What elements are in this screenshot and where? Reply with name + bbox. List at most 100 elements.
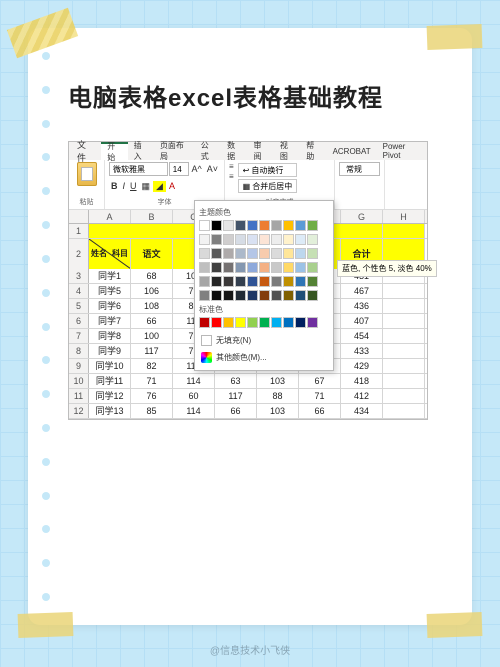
color-swatch[interactable] <box>307 262 318 273</box>
data-cell[interactable]: 85 <box>131 404 173 418</box>
color-swatch[interactable] <box>223 317 234 328</box>
number-format-dropdown[interactable]: 常规 <box>339 162 380 176</box>
decrease-font-icon[interactable]: A˅ <box>205 164 220 174</box>
color-swatch[interactable] <box>259 317 270 328</box>
color-swatch[interactable] <box>295 262 306 273</box>
data-cell[interactable]: 71 <box>131 374 173 388</box>
color-swatch[interactable] <box>307 317 318 328</box>
color-swatch[interactable] <box>283 220 294 231</box>
data-cell[interactable]: 100 <box>131 329 173 343</box>
row-header[interactable]: 7 <box>69 329 89 343</box>
data-cell[interactable]: 82 <box>131 359 173 373</box>
data-cell[interactable]: 88 <box>257 389 299 403</box>
color-swatch[interactable] <box>235 234 246 245</box>
data-cell[interactable]: 67 <box>299 374 341 388</box>
color-swatch[interactable] <box>307 290 318 301</box>
data-cell[interactable]: 467 <box>341 284 383 298</box>
data-cell[interactable]: 68 <box>131 269 173 283</box>
color-swatch[interactable] <box>283 262 294 273</box>
data-cell[interactable]: 66 <box>131 314 173 328</box>
color-swatch[interactable] <box>259 248 270 259</box>
color-swatch[interactable] <box>271 248 282 259</box>
select-all-corner[interactable] <box>69 210 89 223</box>
color-swatch[interactable] <box>283 234 294 245</box>
data-cell[interactable]: 418 <box>341 374 383 388</box>
tab-data[interactable]: 数据 <box>221 142 247 160</box>
color-swatch[interactable] <box>259 234 270 245</box>
row-header[interactable]: 4 <box>69 284 89 298</box>
font-size-dropdown[interactable]: 14 <box>169 162 189 176</box>
color-swatch[interactable] <box>235 262 246 273</box>
diagonal-header-cell[interactable]: 科目 姓名 <box>89 239 131 269</box>
tab-help[interactable]: 帮助 <box>300 142 326 160</box>
color-swatch[interactable] <box>223 220 234 231</box>
row-header[interactable]: 8 <box>69 344 89 358</box>
wrap-text-button[interactable]: ↩自动换行 <box>238 163 298 177</box>
row-header[interactable]: 1 <box>69 224 89 238</box>
color-swatch[interactable] <box>211 317 222 328</box>
row-header[interactable]: 9 <box>69 359 89 373</box>
border-icon[interactable]: ▦ <box>140 181 153 192</box>
no-fill-option[interactable]: 无填充(N) <box>199 332 329 349</box>
color-swatch[interactable] <box>295 290 306 301</box>
data-cell[interactable]: 433 <box>341 344 383 358</box>
data-cell[interactable]: 108 <box>131 299 173 313</box>
tab-view[interactable]: 视图 <box>274 142 300 160</box>
color-swatch[interactable] <box>223 248 234 259</box>
data-cell[interactable]: 454 <box>341 329 383 343</box>
color-swatch[interactable] <box>223 234 234 245</box>
col-H[interactable]: H <box>383 210 425 223</box>
row-header[interactable]: 12 <box>69 404 89 418</box>
align-top-icon[interactable]: ≡ <box>229 162 234 171</box>
data-cell[interactable]: 66 <box>215 404 257 418</box>
col-A[interactable]: A <box>89 210 131 223</box>
color-swatch[interactable] <box>271 234 282 245</box>
data-cell[interactable]: 407 <box>341 314 383 328</box>
name-cell[interactable]: 同学9 <box>89 344 131 358</box>
color-swatch[interactable] <box>235 248 246 259</box>
color-swatch[interactable] <box>295 276 306 287</box>
name-cell[interactable]: 同学13 <box>89 404 131 418</box>
color-swatch[interactable] <box>223 262 234 273</box>
color-swatch[interactable] <box>307 276 318 287</box>
data-cell[interactable]: 434 <box>341 404 383 418</box>
italic-icon[interactable]: I <box>121 181 128 191</box>
color-swatch[interactable] <box>283 290 294 301</box>
paste-icon[interactable] <box>77 162 97 186</box>
color-swatch[interactable] <box>271 290 282 301</box>
tab-insert[interactable]: 插入 <box>128 142 154 160</box>
color-swatch[interactable] <box>211 262 222 273</box>
color-swatch[interactable] <box>247 248 258 259</box>
tab-home[interactable]: 开始 <box>101 142 127 160</box>
color-swatch[interactable] <box>199 317 210 328</box>
data-cell[interactable]: 117 <box>215 389 257 403</box>
color-swatch[interactable] <box>295 248 306 259</box>
color-swatch[interactable] <box>283 248 294 259</box>
name-cell[interactable]: 同学10 <box>89 359 131 373</box>
row-header[interactable]: 6 <box>69 314 89 328</box>
color-swatch[interactable] <box>295 234 306 245</box>
color-swatch[interactable] <box>283 276 294 287</box>
color-swatch[interactable] <box>199 220 210 231</box>
underline-icon[interactable]: U <box>128 181 139 191</box>
name-cell[interactable]: 同学11 <box>89 374 131 388</box>
data-cell[interactable]: 114 <box>173 404 215 418</box>
name-cell[interactable]: 同学1 <box>89 269 131 283</box>
color-swatch[interactable] <box>199 276 210 287</box>
more-colors-option[interactable]: 其他颜色(M)... <box>199 349 329 366</box>
col-B[interactable]: B <box>131 210 173 223</box>
color-swatch[interactable] <box>211 234 222 245</box>
font-name-dropdown[interactable]: 微软雅黑 <box>109 162 168 176</box>
color-swatch[interactable] <box>211 276 222 287</box>
data-cell[interactable]: 63 <box>215 374 257 388</box>
color-swatch[interactable] <box>247 220 258 231</box>
color-swatch[interactable] <box>247 317 258 328</box>
tab-layout[interactable]: 页面布局 <box>154 142 195 160</box>
color-swatch[interactable] <box>295 220 306 231</box>
data-cell[interactable]: 429 <box>341 359 383 373</box>
color-swatch[interactable] <box>247 234 258 245</box>
data-cell[interactable]: 436 <box>341 299 383 313</box>
data-cell[interactable]: 103 <box>257 404 299 418</box>
color-swatch[interactable] <box>199 262 210 273</box>
color-swatch[interactable] <box>211 290 222 301</box>
